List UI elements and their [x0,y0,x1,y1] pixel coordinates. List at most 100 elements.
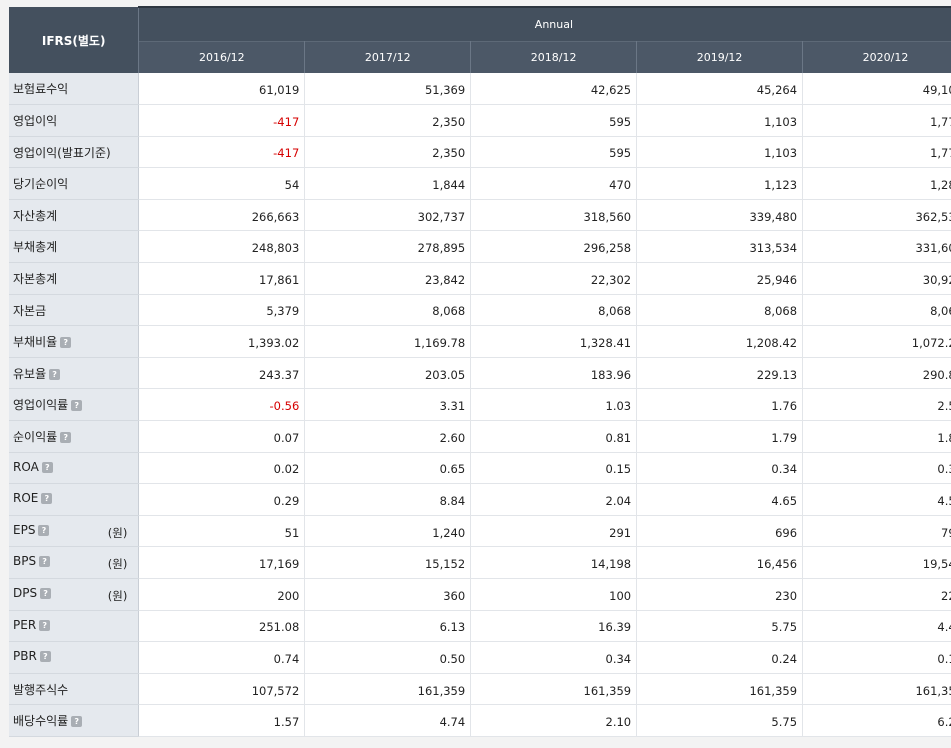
value-cell: 8,068 [636,294,804,327]
table-row: PBR?0.740.500.340.240.18 [9,641,951,674]
row-label: 배당수익률 [13,714,69,729]
value-cell: 14,198 [470,546,638,579]
table-row: 영업이익 -4172,3505951,1031,776 [9,104,951,137]
value-cell: 0.74 [138,641,306,674]
help-icon[interactable]: ? [41,461,53,473]
financial-table-container: IFRS(별도) Annual 2016/12 2017/12 2018/12 201… [0,0,951,748]
row-header: 순이익률? [9,420,140,453]
row-header: DPS? (원) [9,578,140,611]
row-header: 유보율? [9,357,140,390]
value-cell: 0.37 [802,452,951,485]
value-cell: 0.29 [138,483,306,516]
value-cell: 51,369 [304,73,472,106]
value-cell: 3.31 [304,388,472,422]
row-label: EPS [13,522,36,537]
value-cell: 1.57 [138,704,306,737]
table-row: PER?251.086.1316.395.754.42 [9,610,951,643]
row-label: BPS [13,554,37,569]
value-cell: 17,861 [138,262,306,295]
value-cell: 1,286 [802,167,951,200]
value-cell: 2.60 [304,420,472,453]
table-row: DPS? (원) 200360100230220 [9,578,951,611]
value-cell: 16.39 [470,610,638,643]
row-header: 당기순이익 [9,167,140,200]
table-row: 부채총계 248,803278,895296,258313,534331,605 [9,230,951,264]
table-row: 영업이익(발표기준) -4172,3505951,1031,776 [9,136,951,169]
help-icon[interactable]: ? [71,716,83,728]
row-label: PER [13,617,37,632]
help-icon[interactable]: ? [60,337,72,349]
row-header: 보험료수익 [9,73,140,106]
value-cell: 1,123 [636,167,804,200]
value-cell: 161,359 [304,673,472,706]
row-header: ROA? [9,452,140,485]
row-label: 자산총계 [13,208,58,223]
year-header: 2018/12 [470,40,638,73]
row-header: 영업이익률? [9,388,140,422]
table-body: 보험료수익 61,01951,36942,62545,26449,109 영업이익 -… [9,73,951,737]
row-label: 부채총계 [13,240,58,255]
value-cell: 302,737 [304,199,472,232]
value-cell: 54 [138,167,306,200]
value-cell: 45,264 [636,73,804,106]
row-label: 영업이익률 [13,398,69,413]
value-cell: -417 [138,136,306,169]
value-cell: 30,925 [802,262,951,295]
table-row: 영업이익률?-0.563.311.031.762.56 [9,388,951,422]
value-cell: 2,350 [304,136,472,169]
value-cell: 200 [138,578,306,611]
value-cell: 2.04 [470,483,638,516]
help-icon[interactable]: ? [60,432,72,444]
value-cell: 1,328.41 [470,325,638,358]
value-cell: 5,379 [138,294,306,327]
row-header: PBR? [9,641,140,674]
table-row: 자본금5,3798,0688,0688,0688,068 [9,294,951,327]
table-row: 순이익률?0.072.600.811.791.85 [9,420,951,453]
value-cell: 161,359 [470,673,638,706]
value-cell: 1,240 [304,515,472,548]
value-cell: 4.65 [636,483,804,516]
value-cell: 0.65 [304,452,472,485]
value-cell: 6.25 [802,704,951,737]
value-cell: 61,019 [138,73,306,106]
value-cell: 1,169.78 [304,325,472,358]
row-header: 발행주식수 [9,673,140,706]
table-row: 배당수익률?1.574.742.105.756.25 [9,704,951,737]
value-cell: 1.03 [470,388,638,422]
help-icon[interactable]: ? [40,588,52,599]
value-cell: 23,842 [304,262,472,295]
value-cell: 1,208.42 [636,325,804,358]
unit-label: (원) [107,589,128,603]
row-header: 자본금 [9,294,140,327]
row-header: 자산총계 [9,199,140,232]
help-icon[interactable]: ? [38,524,50,536]
table-row: 발행주식수107,572161,359161,359161,359161,359 [9,673,951,706]
value-cell: 360 [304,578,472,611]
row-header: 배당수익률? [9,704,140,737]
value-cell: 4.74 [304,704,472,737]
help-icon[interactable]: ? [49,368,61,380]
table-row: 당기순이익 541,8444701,1231,286 [9,167,951,200]
help-icon[interactable]: ? [39,619,51,631]
help-icon[interactable]: ? [41,493,53,505]
value-cell: 22,302 [470,262,638,295]
help-icon[interactable]: ? [39,556,51,568]
row-label: 보험료수익 [13,82,69,96]
value-cell: 1,393.02 [138,325,306,358]
value-cell: 278,895 [304,230,472,264]
table-row: 보험료수익 61,01951,36942,62545,26449,109 [9,73,951,106]
value-cell: -417 [138,104,306,137]
row-label: 발행주식수 [13,682,69,697]
row-label: ROA [13,459,39,474]
table-row: 자본총계 17,86123,84222,30225,94630,925 [9,262,951,295]
value-cell: 248,803 [138,230,306,264]
table-row: ROA?0.020.650.150.340.37 [9,452,951,485]
year-header: 2016/12 [138,40,306,73]
corner-header: IFRS(별도) [9,7,140,73]
help-icon[interactable]: ? [39,651,51,663]
row-label: PBR [13,649,37,664]
help-icon[interactable]: ? [71,400,83,412]
value-cell: 290.84 [802,357,951,390]
value-cell: 251.08 [138,610,306,643]
value-cell: 1,776 [802,104,951,137]
